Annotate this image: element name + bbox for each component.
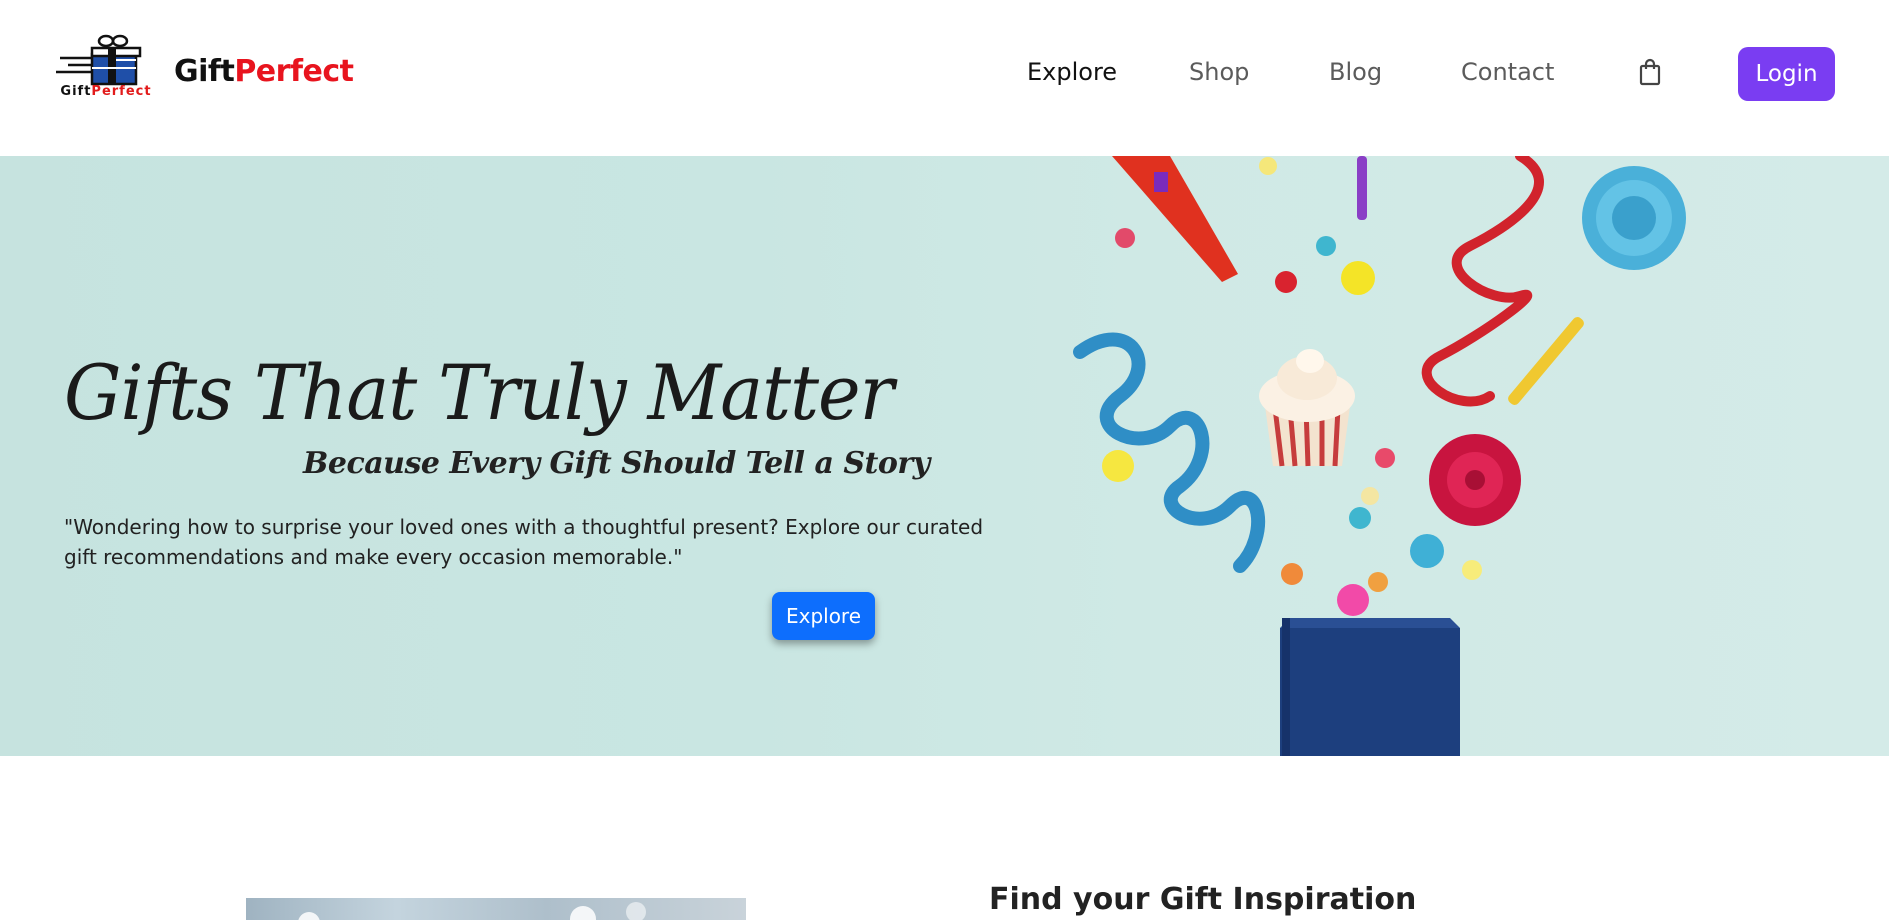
nav-explore[interactable]: Explore [1027, 58, 1117, 86]
hero-description: "Wondering how to surprise your loved on… [64, 515, 984, 569]
shopping-bag-icon[interactable] [1637, 58, 1663, 86]
nav-blog[interactable]: Blog [1329, 58, 1382, 86]
nav-contact[interactable]: Contact [1461, 58, 1554, 86]
hero-banner: Gifts That Truly Matter Because Every Gi… [0, 156, 1889, 756]
site-header: GiftPerfect GiftPerfect Explore Shop Blo… [0, 0, 1889, 156]
party-gift-illustration [1073, 156, 1686, 756]
hero-explore-button[interactable]: Explore [772, 592, 875, 640]
nav-shop[interactable]: Shop [1189, 58, 1249, 86]
inspiration-title: Find your Gift Inspiration [989, 882, 1417, 917]
hero-subtitle: Because Every Gift Should Tell a Story [303, 446, 930, 481]
hero-title: Gifts That Truly Matter [64, 348, 894, 438]
inspiration-image [246, 898, 746, 920]
login-button[interactable]: Login [1738, 47, 1835, 101]
main-nav: Explore Shop Blog Contact [0, 58, 1889, 88]
